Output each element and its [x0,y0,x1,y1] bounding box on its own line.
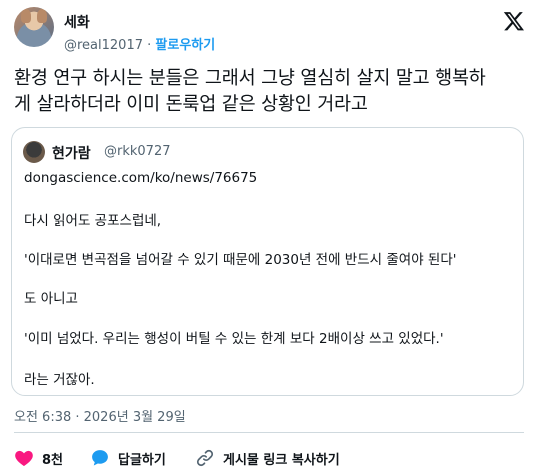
avatar-ear-left [21,9,31,23]
follow-button[interactable]: 팔로우하기 [155,38,215,53]
quoted-author-name: 현가람 [52,146,91,162]
avatar-ear-right [37,9,47,23]
reply-button[interactable]: 답글하기 [90,448,166,468]
x-logo-icon[interactable] [503,10,525,32]
meta-separator: · [147,38,152,53]
heart-icon [15,450,33,466]
tweet-text: 환경 연구 하시는 분들은 그래서 그냥 열심히 살지 말고 행복하 게 살라하… [14,66,528,118]
quoted-tweet[interactable]: 현가람 @rkk0727 dongascience.com/ko/news/76… [11,127,524,396]
post-timestamp[interactable]: 오전 6:38 · 2026년 3월 29일 [14,406,186,425]
author-handle[interactable]: @real12017 [64,38,143,53]
author-meta: @real12017 · 팔로우하기 [64,34,215,53]
divider [14,432,524,433]
copy-link-label: 게시물 링크 복사하기 [223,452,340,468]
quoted-text-line: '이대로면 변곡점을 넘어갈 수 있기 때문에 2030년 전에 반드시 줄여야… [24,252,457,268]
quoted-text-line: 다시 읽어도 공포스럽네, [24,213,162,229]
speech-bubble-icon [92,450,108,466]
author-avatar[interactable] [14,7,54,47]
quoted-author-handle: @rkk0727 [104,144,171,159]
copy-link-button[interactable]: 게시물 링크 복사하기 [195,448,340,468]
quoted-text-line: '이미 넘었다. 우리는 행성이 버틸 수 있는 한계 보다 2배이상 쓰고 있… [24,331,444,347]
quoted-text-line: 도 아니고 [24,291,78,307]
reply-label: 답글하기 [118,452,166,468]
like-count: 8천 [42,452,64,468]
tweet-text-line: 환경 연구 하시는 분들은 그래서 그냥 열심히 살지 말고 행복하 [14,68,486,89]
quoted-text-line: 라는 거잖아. [24,372,95,388]
quoted-author-avatar [23,141,45,163]
author-name[interactable]: 세화 [64,12,90,32]
like-button[interactable]: 8천 [14,448,63,468]
quoted-link-text: dongascience.com/ko/news/76675 [24,170,258,186]
tweet-text-line: 게 살라하더라 이미 돈룩업 같은 상황인 거라고 [14,94,368,115]
link-icon [196,449,214,467]
